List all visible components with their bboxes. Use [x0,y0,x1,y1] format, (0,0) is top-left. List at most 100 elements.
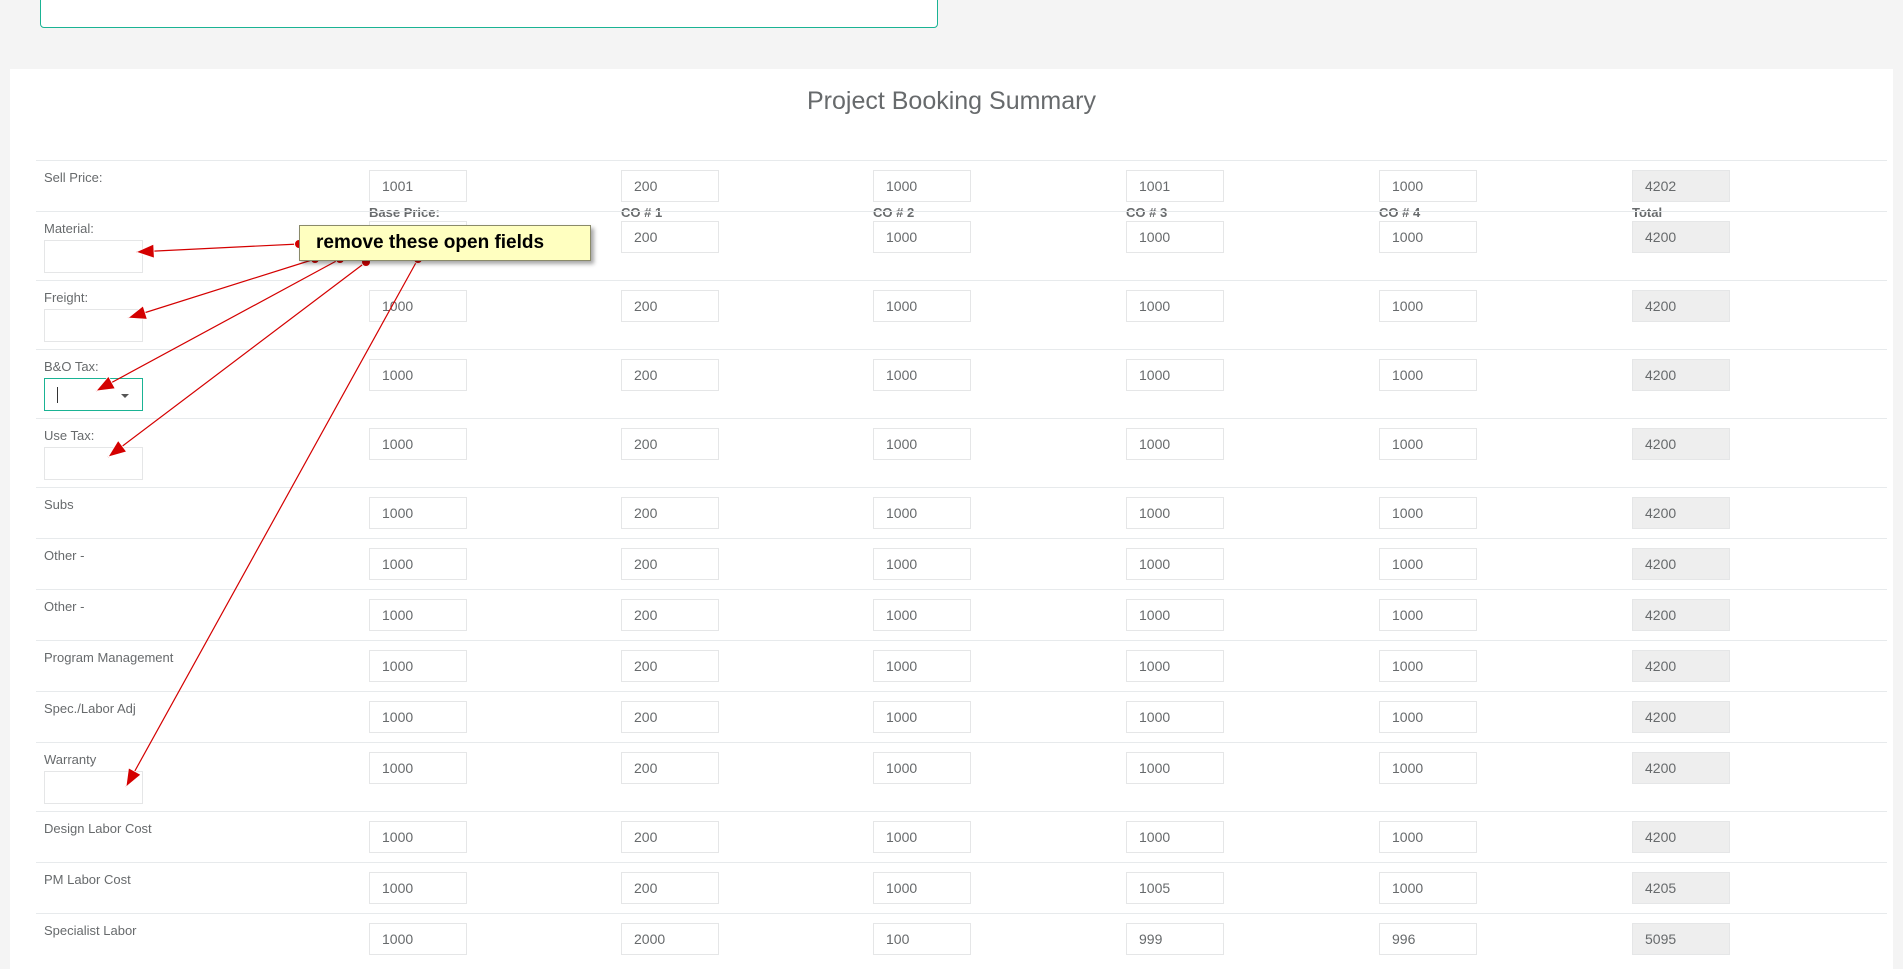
row-label: PM Labor Cost [44,872,131,887]
row-divider [36,418,1887,419]
co-1-input[interactable]: 200 [621,872,719,904]
co-3-input[interactable]: 1000 [1126,290,1224,322]
co-2-input[interactable]: 1000 [873,497,971,529]
co-4-input[interactable]: 1000 [1379,290,1477,322]
base-price-input[interactable]: 1000 [369,701,467,733]
base-price-input[interactable]: 1000 [369,599,467,631]
base-price-input[interactable]: 1000 [369,752,467,784]
base-price-input[interactable]: 1000 [369,923,467,955]
co-3-input[interactable]: 1001 [1126,170,1224,202]
tax-select-field[interactable] [44,378,143,411]
co-1-input[interactable]: 200 [621,170,719,202]
co-1-input[interactable]: 200 [621,428,719,460]
co-1-input[interactable]: 200 [621,752,719,784]
row-label: B&O Tax: [44,359,99,374]
row-divider [36,913,1887,914]
co-4-input[interactable]: 996 [1379,923,1477,955]
co-1-input[interactable]: 200 [621,599,719,631]
co-3-input[interactable]: 1000 [1126,650,1224,682]
co-2-input[interactable]: 1000 [873,170,971,202]
total-input: 4200 [1632,701,1730,733]
row-divider [36,160,1887,161]
co-2-input[interactable]: 1000 [873,599,971,631]
co-3-input[interactable]: 1005 [1126,872,1224,904]
co-2-input[interactable]: 1000 [873,428,971,460]
row-divider [36,349,1887,350]
co-3-input[interactable]: 1000 [1126,359,1224,391]
co-1-input[interactable]: 2000 [621,923,719,955]
total-input: 4200 [1632,428,1730,460]
total-input: 4200 [1632,599,1730,631]
row-label: Freight: [44,290,89,305]
co-1-input[interactable]: 200 [621,221,719,253]
co-2-input[interactable]: 1000 [873,821,971,853]
header-total: Total [1632,205,1663,220]
row-label: Use Tax: [44,428,95,443]
co-2-input[interactable]: 1000 [873,221,971,253]
co-4-input[interactable]: 1000 [1379,650,1477,682]
co-3-input[interactable]: 1000 [1126,821,1224,853]
co-2-input[interactable]: 1000 [873,872,971,904]
co-1-input[interactable]: 200 [621,821,719,853]
co-4-input[interactable]: 1000 [1379,170,1477,202]
co-2-input[interactable]: 1000 [873,650,971,682]
total-input: 4200 [1632,821,1730,853]
co-2-input[interactable]: 1000 [873,359,971,391]
row-label: Subs [44,497,74,512]
co-4-input[interactable]: 1000 [1379,548,1477,580]
co-3-input[interactable]: 1000 [1126,548,1224,580]
co-4-input[interactable]: 1000 [1379,752,1477,784]
co-4-input[interactable]: 1000 [1379,599,1477,631]
text-caret [57,387,58,403]
co-2-input[interactable]: 1000 [873,548,971,580]
co-4-input[interactable]: 1000 [1379,701,1477,733]
co-3-input[interactable]: 1000 [1126,221,1224,253]
base-price-input[interactable]: 1000 [369,428,467,460]
co-1-input[interactable]: 200 [621,701,719,733]
co-3-input[interactable]: 1000 [1126,701,1224,733]
co-4-input[interactable]: 1000 [1379,359,1477,391]
chevron-down-icon[interactable] [121,394,129,398]
co-4-input[interactable]: 1000 [1379,428,1477,460]
co-1-input[interactable]: 200 [621,497,719,529]
open-input-field[interactable] [44,447,143,480]
base-price-input[interactable]: 1001 [369,170,467,202]
row-divider [36,862,1887,863]
co-4-input[interactable]: 1000 [1379,221,1477,253]
co-4-input[interactable]: 1000 [1379,872,1477,904]
row-divider [36,742,1887,743]
co-2-input[interactable]: 1000 [873,701,971,733]
co-1-input[interactable]: 200 [621,359,719,391]
co-4-input[interactable]: 1000 [1379,497,1477,529]
co-3-input[interactable]: 1000 [1126,752,1224,784]
total-input: 4200 [1632,497,1730,529]
co-2-input[interactable]: 1000 [873,752,971,784]
co-2-input[interactable]: 1000 [873,290,971,322]
row-label: Design Labor Cost [44,821,152,836]
co-3-input[interactable]: 1000 [1126,599,1224,631]
co-1-input[interactable]: 200 [621,548,719,580]
co-3-input[interactable]: 999 [1126,923,1224,955]
open-input-field[interactable] [44,309,143,342]
base-price-input[interactable]: 1000 [369,359,467,391]
co-1-input[interactable]: 200 [621,290,719,322]
base-price-input[interactable]: 1000 [369,872,467,904]
base-price-input[interactable]: 1000 [369,497,467,529]
row-divider [36,487,1887,488]
open-input-field[interactable] [44,240,143,273]
base-price-input[interactable]: 1000 [369,650,467,682]
row-label: Other - [44,599,85,614]
total-input: 4200 [1632,290,1730,322]
row-label: Program Management [44,650,174,665]
co-3-input[interactable]: 1000 [1126,497,1224,529]
base-price-input[interactable]: 1000 [369,548,467,580]
co-3-input[interactable]: 1000 [1126,428,1224,460]
row-divider [36,589,1887,590]
base-price-input[interactable]: 1000 [369,290,467,322]
row-label: Material: [44,221,94,236]
base-price-input[interactable]: 1000 [369,821,467,853]
open-input-field[interactable] [44,771,143,804]
co-2-input[interactable]: 100 [873,923,971,955]
co-1-input[interactable]: 200 [621,650,719,682]
co-4-input[interactable]: 1000 [1379,821,1477,853]
